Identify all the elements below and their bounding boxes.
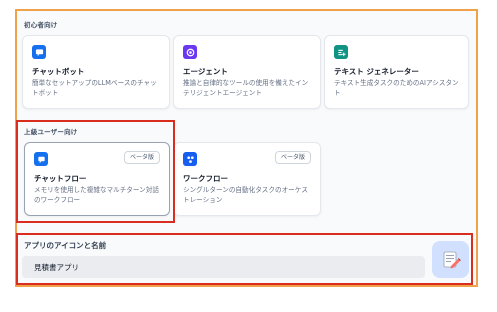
card-title: チャットボット — [32, 67, 85, 76]
agent-icon — [183, 45, 197, 59]
card-title: テキスト ジェネレーター — [334, 67, 419, 76]
card-agent[interactable]: エージェント 推論と自律的なツールの使用を備えたインテリジェントエージェント — [173, 35, 321, 109]
chat-bubble-icon — [32, 45, 46, 59]
card-description: シングルターンの自動化タスクのオーケストレーション — [183, 186, 308, 204]
highlight-advanced-section — [16, 120, 175, 223]
highlight-app-name-section — [16, 233, 473, 285]
card-text-generator[interactable]: テキスト ジェネレーター テキスト生成タスクのためのAIアシスタント — [324, 35, 469, 109]
card-title: ワークフロー — [183, 174, 228, 183]
card-description: 簡単なセットアップのLLMベースのチャットボット — [32, 79, 157, 97]
text-generator-icon — [334, 45, 348, 59]
workflow-icon — [183, 152, 197, 166]
card-title: エージェント — [183, 67, 228, 76]
card-chatbot[interactable]: チャットボット 簡単なセットアップのLLMベースのチャットボット — [22, 35, 170, 109]
card-description: 推論と自律的なツールの使用を備えたインテリジェントエージェント — [183, 79, 309, 97]
beta-badge: ベータ版 — [274, 151, 311, 164]
card-workflow[interactable]: ベータ版 ワークフロー シングルターンの自動化タスクのオーケストレーション — [173, 142, 321, 216]
card-description: テキスト生成タスクのためのAIアシスタント — [334, 79, 459, 97]
section-label-beginner: 初心者向け — [24, 21, 58, 29]
